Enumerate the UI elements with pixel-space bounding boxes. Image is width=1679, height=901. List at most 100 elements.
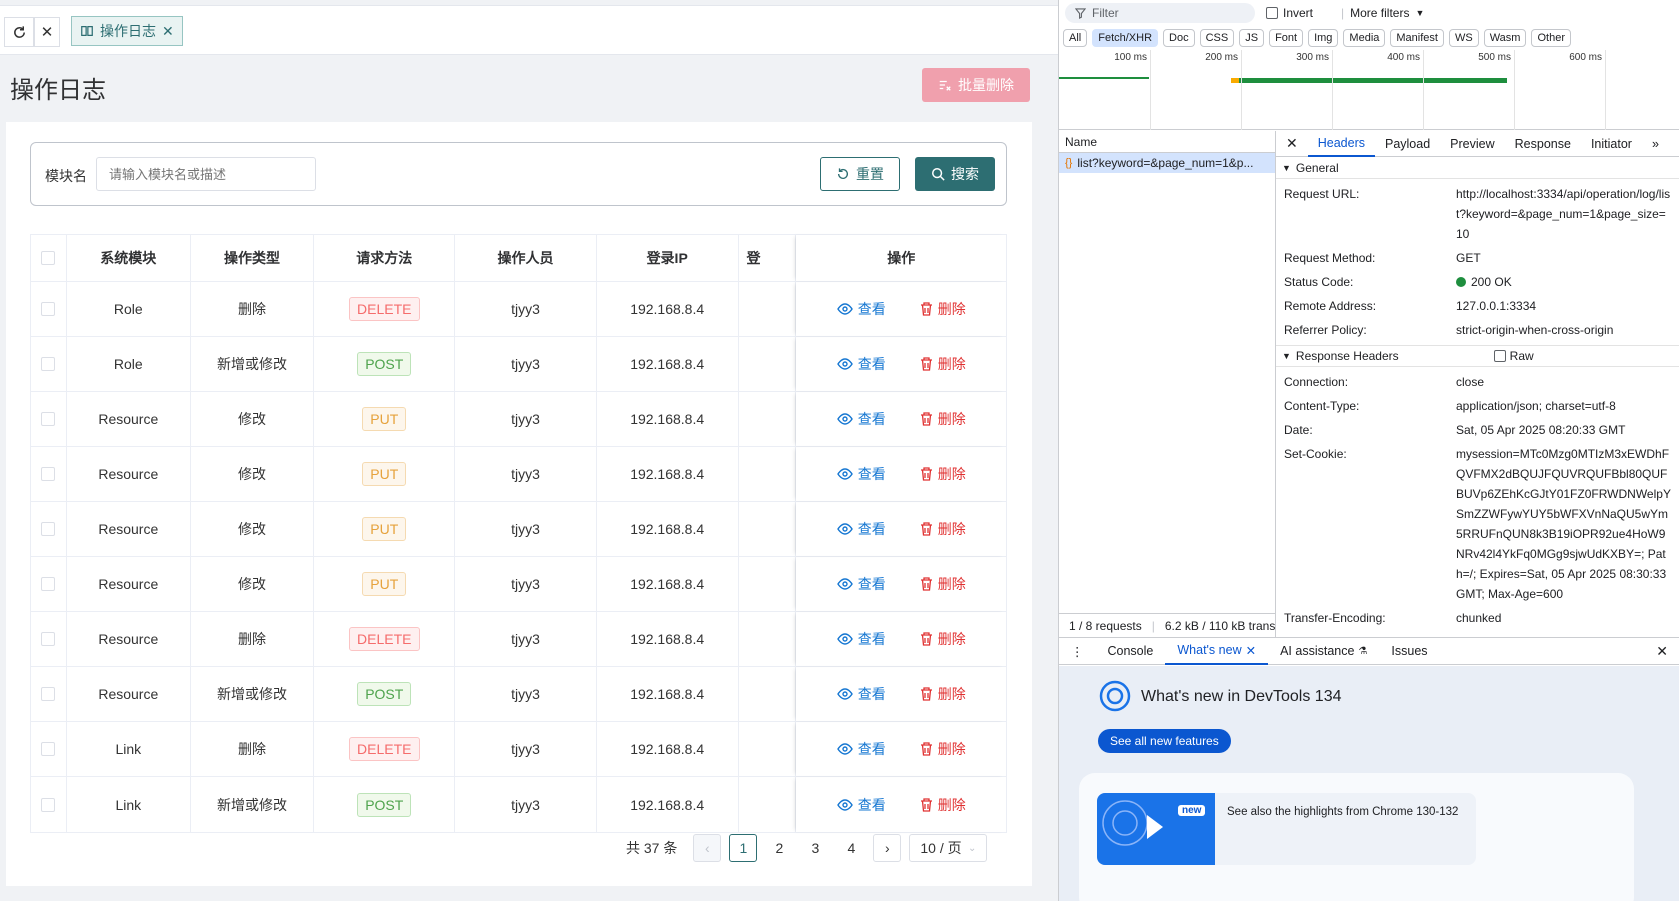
- drawer-tab-console[interactable]: Console: [1096, 637, 1166, 665]
- close-all-tabs-button[interactable]: ✕: [34, 17, 60, 47]
- cell-ip: 192.168.8.4: [597, 502, 739, 556]
- type-filter-img[interactable]: Img: [1308, 29, 1339, 47]
- delete-button[interactable]: 删除: [920, 519, 966, 539]
- type-filter-font[interactable]: Font: [1269, 29, 1304, 47]
- row-checkbox[interactable]: [41, 357, 56, 371]
- prev-page-button[interactable]: ‹: [693, 834, 722, 862]
- refresh-button[interactable]: [4, 17, 34, 47]
- row-checkbox[interactable]: [41, 742, 56, 756]
- delete-button[interactable]: 删除: [920, 629, 966, 649]
- type-filter-media[interactable]: Media: [1343, 29, 1386, 47]
- filter-input[interactable]: Filter: [1065, 3, 1255, 23]
- header-row: Status Code: 200 OK: [1276, 270, 1679, 294]
- header-value: application/json; charset=utf-8: [1456, 399, 1616, 413]
- page-size-select[interactable]: 10 / 页 ⌄: [909, 834, 988, 862]
- col-type: 操作类型: [191, 235, 315, 281]
- row-checkbox[interactable]: [41, 797, 56, 812]
- more-filters-dropdown[interactable]: | More filters ▼: [1341, 6, 1424, 20]
- request-row[interactable]: {} list?keyword=&page_num=1&p...: [1059, 153, 1275, 173]
- delete-button[interactable]: 删除: [920, 739, 966, 759]
- view-button[interactable]: 查看: [836, 629, 886, 649]
- delete-button[interactable]: 删除: [920, 409, 966, 429]
- invert-checkbox[interactable]: [1266, 7, 1278, 19]
- tab-preview[interactable]: Preview: [1440, 131, 1504, 157]
- more-tabs-icon[interactable]: »: [1642, 131, 1669, 157]
- drawer-tab-ai-assistance[interactable]: AI assistance ⚗: [1268, 637, 1379, 665]
- type-filter-manifest[interactable]: Manifest: [1390, 29, 1444, 47]
- see-all-features-button[interactable]: See all new features: [1098, 729, 1231, 753]
- delete-button[interactable]: 删除: [920, 299, 966, 319]
- response-headers-section-header[interactable]: ▼ Response Headers Raw: [1276, 345, 1679, 367]
- search-button[interactable]: 搜索: [915, 157, 995, 191]
- tab-initiator[interactable]: Initiator: [1581, 131, 1642, 157]
- close-icon[interactable]: ✕: [1246, 643, 1256, 658]
- request-count: 1 / 8 requests: [1069, 618, 1142, 633]
- page-1[interactable]: 1: [729, 834, 758, 862]
- row-checkbox[interactable]: [41, 302, 56, 316]
- view-button[interactable]: 查看: [836, 795, 886, 815]
- view-button[interactable]: 查看: [836, 739, 886, 759]
- drawer-tab-whats-new[interactable]: What's new ✕: [1165, 637, 1269, 665]
- select-all-checkbox[interactable]: [41, 251, 56, 265]
- close-drawer-button[interactable]: ✕: [1644, 637, 1679, 665]
- name-column-header[interactable]: Name: [1059, 131, 1275, 153]
- type-filter-ws[interactable]: WS: [1448, 29, 1479, 47]
- delete-button[interactable]: 删除: [920, 464, 966, 484]
- type-filter-other[interactable]: Other: [1531, 29, 1571, 47]
- view-button[interactable]: 查看: [836, 684, 886, 704]
- table-row: Link 新增或修改 POST tjyy3 192.168.8.4 查看 删除: [31, 777, 1006, 832]
- eye-icon: [836, 633, 853, 645]
- module-search-input[interactable]: [96, 157, 316, 191]
- close-detail-button[interactable]: ✕: [1276, 131, 1308, 157]
- page-4[interactable]: 4: [837, 834, 865, 862]
- delete-button[interactable]: 删除: [920, 684, 966, 704]
- method-tag: DELETE: [349, 737, 420, 761]
- invert-toggle[interactable]: Invert: [1266, 6, 1313, 20]
- row-checkbox[interactable]: [41, 522, 56, 536]
- next-page-button[interactable]: ›: [873, 834, 902, 862]
- type-filter-fetchxhr[interactable]: Fetch/XHR: [1092, 29, 1159, 47]
- chrome-devtools-logo-icon: [1099, 680, 1131, 712]
- batch-delete-button[interactable]: 批量删除: [922, 68, 1030, 102]
- raw-toggle[interactable]: Raw: [1493, 349, 1534, 363]
- delete-button[interactable]: 删除: [920, 354, 966, 374]
- batch-delete-label: 批量删除: [958, 77, 1014, 93]
- view-button[interactable]: 查看: [836, 574, 886, 594]
- raw-checkbox[interactable]: [1493, 350, 1506, 362]
- tab-close-icon[interactable]: ✕: [162, 23, 174, 40]
- page-3[interactable]: 3: [801, 834, 829, 862]
- type-filter-css[interactable]: CSS: [1199, 29, 1235, 47]
- highlight-item[interactable]: new See also the highlights from Chrome …: [1097, 793, 1476, 865]
- row-checkbox[interactable]: [41, 577, 56, 591]
- row-checkbox[interactable]: [41, 687, 56, 701]
- eye-icon: [836, 688, 853, 700]
- drawer-tab-issues[interactable]: Issues: [1379, 637, 1439, 665]
- tab-payload[interactable]: Payload: [1375, 131, 1440, 157]
- tab-response[interactable]: Response: [1505, 131, 1581, 157]
- view-button[interactable]: 查看: [836, 464, 886, 484]
- cell-module: Resource: [67, 392, 191, 446]
- type-filter-all[interactable]: All: [1063, 29, 1088, 47]
- page-2[interactable]: 2: [765, 834, 793, 862]
- caret-down-icon: ▼: [1415, 8, 1425, 18]
- tab-operation-log[interactable]: 操作日志 ✕: [71, 16, 183, 46]
- method-tag: POST: [357, 792, 412, 817]
- view-button[interactable]: 查看: [836, 519, 886, 539]
- view-button[interactable]: 查看: [836, 354, 886, 374]
- row-checkbox[interactable]: [41, 632, 56, 646]
- reset-button[interactable]: 重置: [820, 157, 900, 191]
- general-section-header[interactable]: ▼ General: [1276, 157, 1679, 179]
- type-filter-wasm[interactable]: Wasm: [1483, 29, 1527, 47]
- delete-button[interactable]: 删除: [920, 574, 966, 594]
- view-button[interactable]: 查看: [836, 409, 886, 429]
- delete-button[interactable]: 删除: [920, 795, 966, 815]
- row-checkbox[interactable]: [41, 412, 56, 426]
- row-checkbox[interactable]: [41, 467, 56, 481]
- tab-headers[interactable]: Headers: [1307, 131, 1375, 157]
- type-filter-doc[interactable]: Doc: [1163, 29, 1195, 47]
- drawer-menu-icon[interactable]: ⋮: [1059, 637, 1096, 665]
- type-filter-js[interactable]: JS: [1239, 29, 1265, 47]
- header-value: http://localhost:3334/api/operation/log/…: [1456, 187, 1671, 241]
- trash-icon: [920, 687, 932, 701]
- view-button[interactable]: 查看: [836, 299, 886, 319]
